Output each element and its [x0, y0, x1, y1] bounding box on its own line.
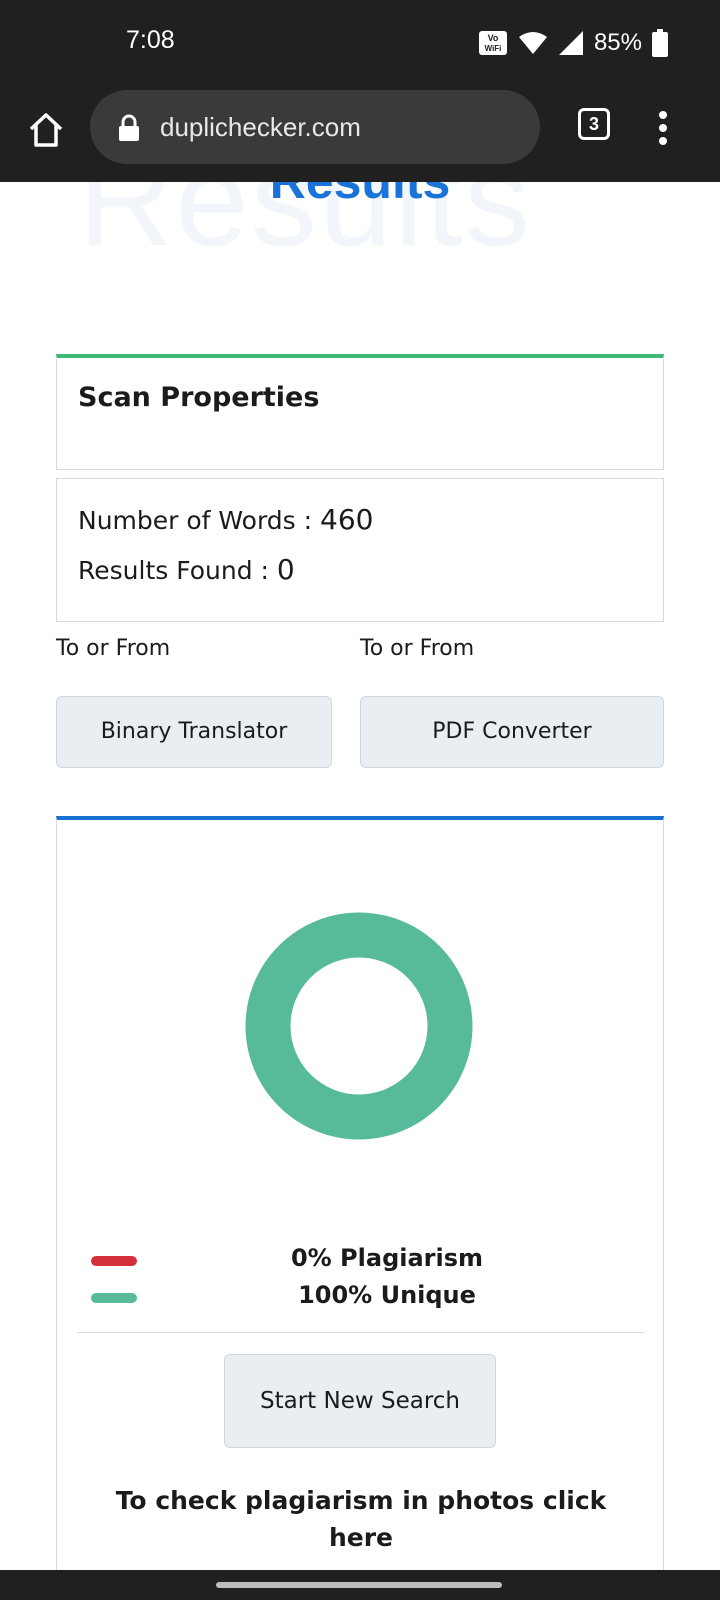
signal-icon: [558, 31, 583, 55]
results-value: 0: [276, 553, 295, 586]
legend-swatch-red: [91, 1256, 137, 1266]
words-value: 460: [320, 503, 374, 536]
url-bar[interactable]: duplichecker.com: [90, 90, 540, 164]
system-nav-bar: [0, 1570, 720, 1600]
battery-percent: 85%: [593, 29, 642, 56]
page-content: Results Results Scan Properties Number o…: [0, 182, 720, 1570]
svg-text:Vo: Vo: [488, 33, 499, 43]
vowifi-icon: Vo WiFi: [478, 31, 507, 55]
scan-stats-card: Number of Words : 460 Results Found : 0: [56, 478, 664, 622]
status-time: 7:08: [126, 26, 175, 54]
tab-switcher-button[interactable]: 3: [578, 108, 610, 140]
tool-caption: To or From: [360, 636, 475, 661]
binary-translator-button[interactable]: Binary Translator: [56, 696, 332, 768]
photo-plagiarism-link[interactable]: To check plagiarism in photos click here: [97, 1482, 625, 1556]
scan-properties-title: Scan Properties: [78, 382, 320, 413]
plagiarism-donut-chart: [245, 912, 473, 1140]
browser-toolbar: duplichecker.com 3: [0, 84, 720, 182]
plagiarism-report-card: 0% Plagiarism 100% Unique Start New Sear…: [56, 816, 664, 1570]
words-count-row: Number of Words : 460: [78, 503, 373, 536]
words-label: Number of Words :: [78, 506, 321, 535]
lock-icon: [119, 114, 139, 141]
start-new-search-button[interactable]: Start New Search: [224, 1354, 496, 1448]
plagiarism-percent-label: 0% Plagiarism: [290, 1244, 484, 1272]
results-label: Results Found :: [78, 556, 277, 585]
pdf-converter-button[interactable]: PDF Converter: [360, 696, 664, 768]
svg-text:WiFi: WiFi: [485, 44, 502, 53]
url-text: duplichecker.com: [160, 112, 361, 142]
donut-slice-unique: [245, 912, 473, 1140]
home-icon[interactable]: [26, 110, 66, 150]
legend-swatch-green: [91, 1293, 137, 1303]
unique-percent-label: 100% Unique: [298, 1281, 476, 1309]
wifi-icon: [518, 32, 547, 54]
more-vert-icon[interactable]: [656, 110, 670, 146]
page-title: Results: [0, 182, 720, 210]
home-gesture-handle[interactable]: [216, 1582, 502, 1588]
scan-properties-card: Scan Properties: [56, 354, 664, 470]
tool-caption: To or From: [56, 636, 171, 661]
battery-icon: [652, 29, 668, 57]
status-bar: 7:08 Vo WiFi 85%: [0, 0, 720, 84]
status-icons: Vo WiFi 85%: [478, 26, 668, 60]
results-found-row: Results Found : 0: [78, 553, 295, 586]
divider: [77, 1332, 645, 1333]
